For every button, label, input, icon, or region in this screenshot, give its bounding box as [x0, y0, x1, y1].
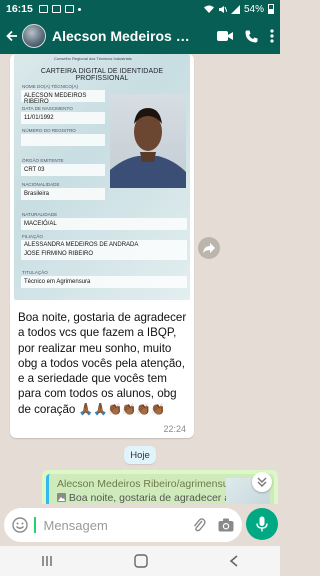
- field-value-name: ALECSON MEDEIROS RIBEIRO: [21, 90, 105, 105]
- android-nav-bar: [0, 546, 280, 576]
- field-value-mother: ALESSANDRA MEDEIROS DE ANDRADA: [21, 240, 187, 250]
- back-arrow-icon[interactable]: [6, 27, 20, 45]
- card-org: Conselho Regional dos Técnicos Industria…: [54, 56, 132, 61]
- emoji-icon[interactable]: [12, 517, 28, 533]
- field-value-nationality: Brasileira: [21, 188, 105, 200]
- field-label-birth: DATA DE NASCIMENTO: [22, 106, 73, 111]
- message-text: Boa noite, gostaria de agradecer a todos…: [18, 311, 187, 416]
- chat-area[interactable]: Conselho Regional dos Técnicos Industria…: [0, 54, 280, 504]
- reply-quote[interactable]: Alecson Medeiros Ribeiro/agrimensura Boa…: [46, 474, 274, 504]
- field-value-father: JOSE FIRMINO RIBEIRO: [21, 250, 187, 260]
- field-value-title: Técnico em Agrimensura: [21, 276, 187, 288]
- voice-call-icon[interactable]: [245, 30, 258, 43]
- text-caret: [34, 517, 36, 533]
- id-card-image[interactable]: Conselho Regional dos Técnicos Industria…: [14, 54, 190, 300]
- field-value-birth: 11/01/1992: [21, 112, 105, 124]
- status-bar: 16:15 54%: [0, 0, 280, 18]
- date-separator: Hoje: [124, 446, 156, 464]
- wifi-icon: [203, 5, 214, 13]
- reply-snippet: Boa noite, gostaria de agradecer a: [57, 492, 227, 504]
- system-icons: 54%: [203, 3, 274, 15]
- signal-icon: [230, 4, 240, 14]
- contact-name[interactable]: Alecson Medeiros Ribeiro: [52, 28, 192, 44]
- notification-icons: [38, 5, 81, 13]
- photo-icon: [57, 493, 66, 502]
- camera-icon[interactable]: [218, 518, 234, 532]
- field-label-name: NOME DO(A) TÉCNICO(A): [22, 84, 79, 89]
- home-icon[interactable]: [134, 554, 148, 568]
- menu-kebab-icon[interactable]: [270, 29, 274, 43]
- message-input[interactable]: Mensagem: [44, 518, 193, 533]
- status-time: 16:15: [6, 3, 33, 15]
- card-title: CARTEIRA DIGITAL DE IDENTIDADE PROFISSIO…: [40, 68, 164, 82]
- back-nav-icon[interactable]: [229, 555, 239, 567]
- scroll-down-button[interactable]: [252, 472, 272, 492]
- field-value-registry: [21, 134, 105, 146]
- message-time: 22:24: [163, 424, 186, 434]
- field-value-birthplace: MACEIÓ/AL: [21, 218, 187, 230]
- battery-percent: 54%: [243, 3, 264, 15]
- message-icon: [51, 5, 61, 13]
- field-value-issuer: CRT 03: [21, 164, 105, 176]
- mute-icon: [218, 5, 227, 13]
- header-actions: [217, 29, 274, 43]
- field-label-registry: NÚMERO DO REGISTRO: [22, 128, 76, 133]
- id-photo: [110, 94, 186, 188]
- microphone-icon: [256, 516, 268, 532]
- attach-icon[interactable]: [192, 517, 206, 533]
- gallery-icon: [38, 5, 48, 13]
- double-chevron-down-icon: [257, 477, 267, 487]
- incoming-message-bubble[interactable]: Conselho Regional dos Técnicos Industria…: [10, 54, 194, 438]
- forward-icon: [203, 243, 215, 253]
- chat-header: Alecson Medeiros Ribeiro: [0, 18, 280, 54]
- field-label-parents: FILIAÇÃO: [22, 234, 43, 239]
- field-label-nationality: NACIONALIDADE: [22, 182, 60, 187]
- field-label-issuer: ÓRGÃO EMITENTE: [22, 158, 64, 163]
- compose-bar: Mensagem: [0, 504, 280, 546]
- field-label-title: TITULAÇÃO: [22, 270, 48, 275]
- voice-record-button[interactable]: [246, 508, 278, 540]
- reply-author: Alecson Medeiros Ribeiro/agrimensura: [57, 478, 227, 490]
- battery-icon: [268, 4, 274, 14]
- forward-button[interactable]: [198, 237, 220, 259]
- contact-avatar[interactable]: [22, 24, 46, 48]
- chat-icon: [64, 5, 74, 13]
- reply-snippet-text: Boa noite, gostaria de agradecer a: [68, 492, 227, 504]
- recents-icon[interactable]: [41, 555, 53, 567]
- more-notifications-icon: [77, 7, 81, 11]
- outgoing-reply-bubble[interactable]: Alecson Medeiros Ribeiro/agrimensura Boa…: [42, 470, 278, 504]
- field-label-birthplace: NATURALIDADE: [22, 212, 58, 217]
- message-input-container[interactable]: Mensagem: [4, 508, 242, 542]
- video-call-icon[interactable]: [217, 30, 233, 42]
